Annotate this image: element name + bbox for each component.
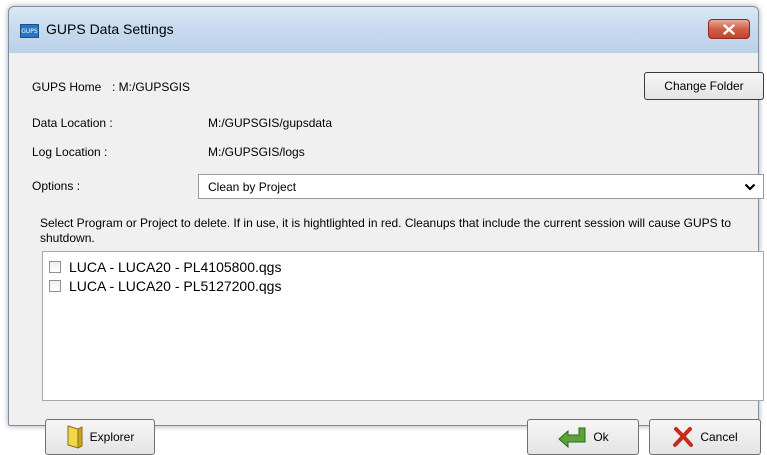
project-list[interactable]: LUCA - LUCA20 - PL4105800.qgs LUCA - LUC…: [42, 251, 764, 401]
list-item-label: LUCA - LUCA20 - PL5127200.qgs: [69, 278, 282, 294]
ok-button-label: Ok: [593, 430, 609, 444]
folder-icon: [66, 424, 84, 450]
log-location-label: Log Location :: [32, 145, 108, 159]
options-select[interactable]: Clean by Project: [198, 174, 764, 199]
log-location-value: M:/GUPSGIS/logs: [208, 145, 305, 159]
instructions-text: Select Program or Project to delete. If …: [40, 216, 732, 245]
dialog-content: GUPS Home : M:/GUPSGIS Change Folder Dat…: [16, 53, 764, 455]
gups-app-icon: GUPS: [20, 24, 39, 38]
list-item[interactable]: LUCA - LUCA20 - PL5127200.qgs: [49, 277, 281, 295]
data-location-label: Data Location :: [32, 116, 113, 130]
options-selected-value: Clean by Project: [208, 180, 297, 194]
title-bar[interactable]: GUPS GUPS Data Settings: [9, 7, 758, 53]
window-title: GUPS Data Settings: [46, 21, 174, 37]
chevron-down-icon[interactable]: [744, 182, 756, 192]
red-x-icon: [672, 426, 694, 448]
close-button[interactable]: [708, 19, 750, 39]
cancel-button-label: Cancel: [700, 430, 738, 444]
options-label: Options :: [32, 179, 81, 193]
gups-home-label: GUPS Home: [32, 80, 102, 94]
data-location-value: M:/GUPSGIS/gupsdata: [208, 116, 333, 130]
close-icon: [723, 23, 735, 35]
list-item-checkbox[interactable]: [49, 280, 61, 292]
list-item-label: LUCA - LUCA20 - PL4105800.qgs: [69, 259, 282, 275]
ok-button[interactable]: Ok: [527, 419, 639, 455]
change-folder-button[interactable]: Change Folder: [644, 72, 764, 100]
explorer-button[interactable]: Explorer: [45, 419, 155, 455]
explorer-button-label: Explorer: [89, 430, 135, 444]
list-item[interactable]: LUCA - LUCA20 - PL4105800.qgs: [49, 258, 281, 276]
list-item-checkbox[interactable]: [49, 261, 61, 273]
cancel-button[interactable]: Cancel: [649, 419, 761, 455]
dialog-window: GUPS GUPS Data Settings GUPS Home : M:/G…: [8, 6, 764, 455]
gups-home-value: : M:/GUPSGIS: [112, 80, 191, 94]
green-arrow-icon: [557, 425, 587, 449]
